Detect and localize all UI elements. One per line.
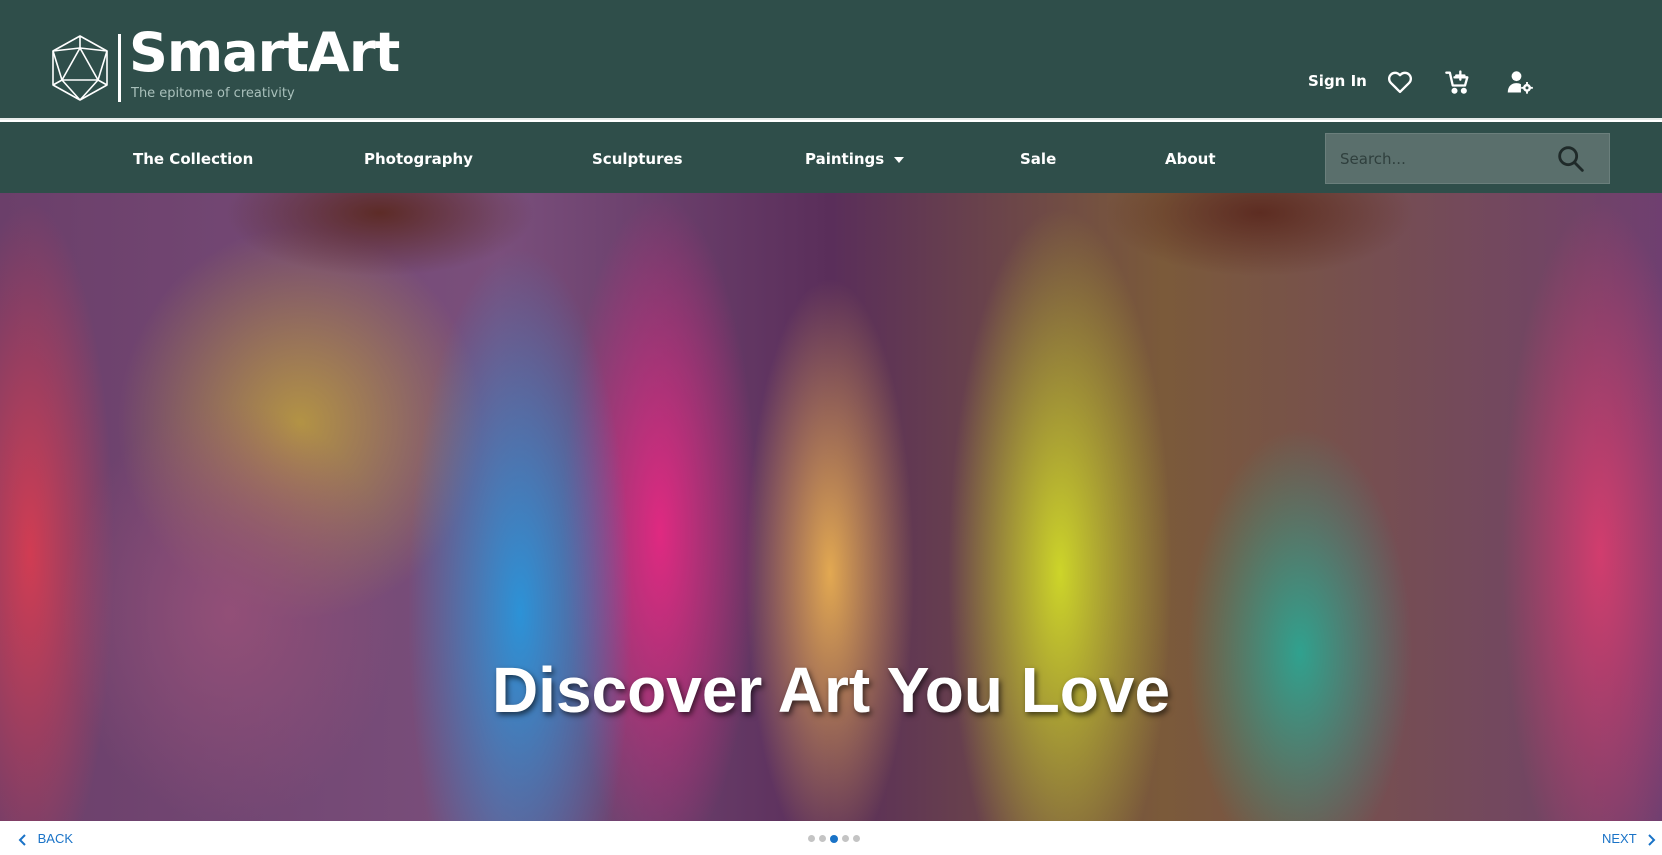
nav-item-sculptures[interactable]: Sculptures bbox=[592, 150, 683, 168]
carousel-dot[interactable] bbox=[853, 835, 860, 842]
nav-item-about[interactable]: About bbox=[1165, 150, 1216, 168]
nav-item-paintings-label: Paintings bbox=[805, 150, 885, 168]
chevron-right-icon bbox=[1648, 833, 1656, 846]
sign-in-link[interactable]: Sign In bbox=[1308, 72, 1367, 90]
carousel-next-button[interactable]: NEXT bbox=[1602, 831, 1656, 847]
heart-icon[interactable] bbox=[1386, 68, 1414, 96]
search-box bbox=[1325, 133, 1610, 184]
hero-banner: Discover Art You Love bbox=[0, 193, 1662, 821]
cart-add-icon[interactable] bbox=[1444, 68, 1472, 96]
chevron-left-icon bbox=[18, 833, 26, 846]
site-header: SmartArt The epitome of creativity Sign … bbox=[0, 0, 1662, 120]
carousel-dot[interactable] bbox=[808, 835, 815, 842]
carousel-back-label: BACK bbox=[37, 831, 74, 846]
logo-divider bbox=[118, 34, 121, 102]
brand-name[interactable]: SmartArt bbox=[129, 26, 400, 80]
hero-title: Discover Art You Love bbox=[491, 654, 1171, 726]
user-settings-icon[interactable] bbox=[1506, 68, 1534, 96]
chevron-down-icon bbox=[894, 156, 905, 163]
carousel-dot[interactable] bbox=[842, 835, 849, 842]
carousel-dot[interactable] bbox=[819, 835, 826, 842]
carousel-dot-active[interactable] bbox=[830, 834, 838, 843]
search-icon[interactable] bbox=[1554, 142, 1588, 176]
nav-item-sale[interactable]: Sale bbox=[1020, 150, 1056, 168]
nav-item-the-collection[interactable]: The Collection bbox=[133, 150, 253, 168]
carousel-back-button[interactable]: BACK bbox=[18, 831, 73, 847]
carousel-controls: BACK NEXT bbox=[0, 821, 1662, 855]
nav-item-photography[interactable]: Photography bbox=[364, 150, 473, 168]
brand-tagline: The epitome of creativity bbox=[131, 86, 295, 101]
nav-item-paintings[interactable]: Paintings bbox=[805, 150, 905, 168]
search-input[interactable] bbox=[1326, 134, 1556, 183]
icosahedron-logo-icon[interactable] bbox=[50, 34, 110, 102]
main-nav: The Collection Photography Sculptures Pa… bbox=[0, 122, 1662, 193]
carousel-next-label: NEXT bbox=[1602, 831, 1637, 846]
